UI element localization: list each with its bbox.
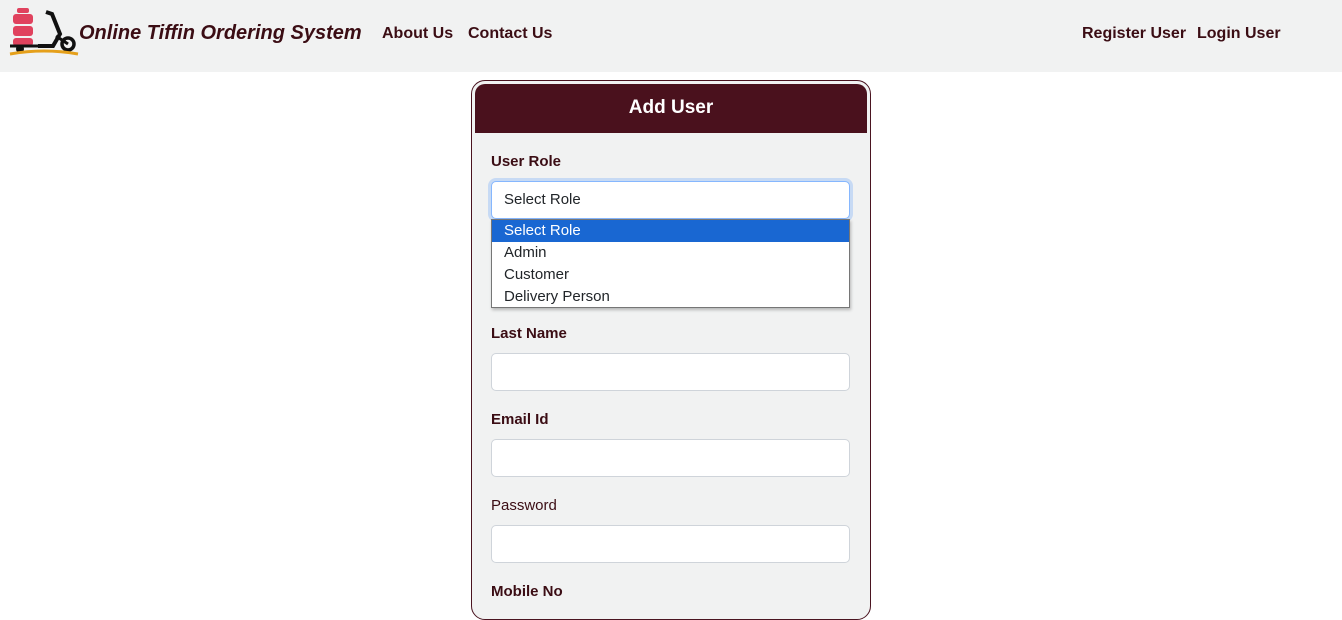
- password-input[interactable]: [491, 525, 850, 563]
- email-input[interactable]: [491, 439, 850, 477]
- user-role-select[interactable]: Select Role: [491, 181, 850, 219]
- role-option-select-role[interactable]: Select Role: [492, 220, 849, 242]
- nav-about-us[interactable]: About Us: [382, 25, 453, 43]
- last-name-input[interactable]: [491, 353, 850, 391]
- role-option-customer[interactable]: Customer: [492, 264, 849, 286]
- user-role-label: User Role: [491, 153, 562, 170]
- last-name-label: Last Name: [491, 325, 567, 342]
- navbar: Online Tiffin Ordering System About Us C…: [0, 0, 1342, 72]
- email-label: Email Id: [491, 411, 549, 428]
- nav-register-user[interactable]: Register User: [1082, 25, 1186, 43]
- add-user-card: Add User User Role Select Role Last Name…: [471, 80, 871, 620]
- role-option-delivery-person[interactable]: Delivery Person: [492, 286, 849, 308]
- card-title: Add User: [475, 84, 867, 133]
- role-dropdown-list: Select Role Admin Customer Delivery Pers…: [491, 219, 850, 308]
- role-option-admin[interactable]: Admin: [492, 242, 849, 264]
- password-label: Password: [491, 497, 557, 514]
- scooter-logo-icon[interactable]: [8, 6, 80, 60]
- nav-login-user[interactable]: Login User: [1197, 25, 1281, 43]
- nav-contact-us[interactable]: Contact Us: [468, 25, 552, 43]
- mobile-label: Mobile No: [491, 583, 563, 600]
- brand-title[interactable]: Online Tiffin Ordering System: [79, 22, 362, 45]
